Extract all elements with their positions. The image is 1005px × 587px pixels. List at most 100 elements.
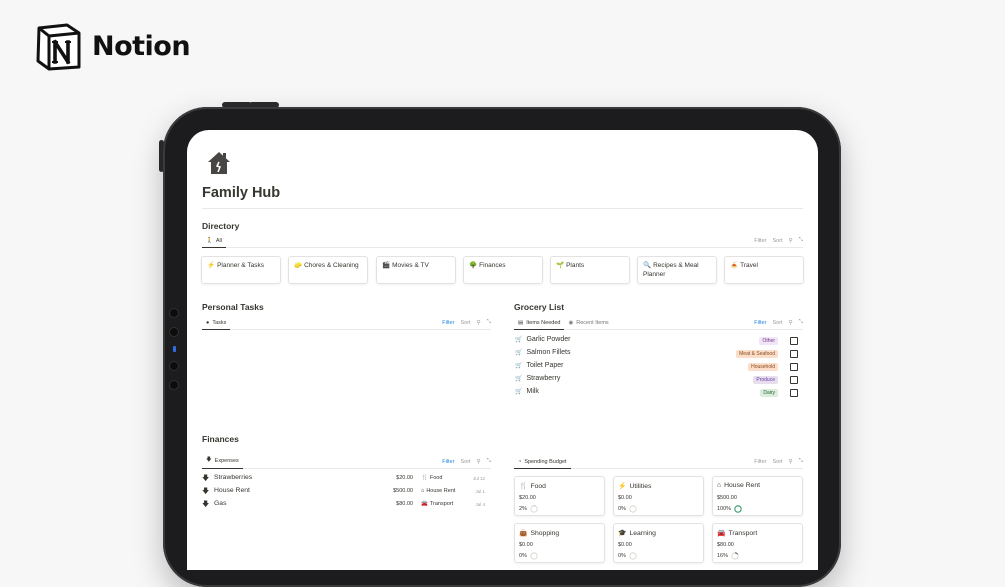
budget-name: Shopping	[530, 529, 560, 537]
movie-icon: 🎬	[382, 262, 391, 269]
budget-progress: 16%	[717, 552, 739, 560]
checkbox[interactable]	[790, 376, 798, 384]
filter-button[interactable]: Filter	[442, 459, 454, 465]
expense-category: 🚘 Transport	[421, 501, 453, 507]
tab-tasks[interactable]: ● Tasks	[202, 320, 231, 330]
section-title-directory: Directory	[202, 221, 240, 231]
sort-button[interactable]: Sort	[772, 459, 782, 465]
budget-card[interactable]: 🍴 Food $20.00 2%	[514, 476, 605, 516]
budget-card[interactable]: ⌂ House Rent $500.00 100%	[712, 476, 803, 516]
house-icon	[208, 152, 230, 174]
card-label: Finances	[479, 262, 506, 269]
fork-knife-icon: 🍴	[421, 475, 428, 481]
expand-icon[interactable]: ⤡	[487, 458, 491, 465]
directory-card[interactable]: ⚡ Planner & Tasks	[201, 256, 281, 284]
checkbox[interactable]	[790, 337, 798, 345]
directory-card[interactable]: 🌳 Finances	[463, 256, 543, 284]
budget-card[interactable]: ⚡ Utilities $0.00 0%	[613, 476, 704, 516]
table-icon: ▤	[518, 320, 524, 326]
expand-icon[interactable]: ⤡	[799, 458, 803, 465]
grocery-item-name: Toilet Paper	[526, 362, 564, 369]
checkbox[interactable]	[790, 389, 798, 397]
budget-percent: 0%	[519, 553, 527, 559]
budget-progress: 0%	[618, 552, 637, 560]
pencil-indicator	[169, 308, 181, 399]
budget-progress: 100%	[717, 505, 742, 513]
budget-card-title: ⌂ House Rent	[717, 482, 760, 489]
checkbox[interactable]	[790, 350, 798, 358]
category-tag: Other	[759, 337, 778, 345]
tab-expenses[interactable]: 🡇 Expenses	[202, 456, 243, 469]
budget-amount: $80.00	[717, 542, 734, 548]
tab-label: Spending Budget	[524, 459, 567, 465]
progress-ring	[731, 552, 739, 560]
search-icon[interactable]: ⚲	[789, 320, 793, 326]
graduation-icon: 🎓	[618, 530, 627, 537]
car-icon: 🚘	[717, 530, 726, 537]
expense-name: Strawberries	[214, 474, 253, 481]
sort-button[interactable]: Sort	[772, 238, 782, 244]
expense-name: House Rent	[214, 487, 250, 494]
search-icon[interactable]: ⚲	[477, 459, 481, 465]
budget-card[interactable]: 🚘 Transport $80.00 16%	[712, 523, 803, 563]
expense-amount: $20.00	[396, 475, 413, 481]
grocery-item[interactable]: 🛒 Garlic Powder	[515, 336, 570, 343]
directory-card[interactable]: 🎬 Movies & TV	[376, 256, 456, 284]
category-tag: Produce	[753, 376, 778, 384]
search-icon[interactable]: ⚲	[477, 320, 481, 326]
seedling-icon: 🌱	[556, 262, 565, 269]
directory-tabbar: 🚶 All Filter Sort ⚲ ⤡	[202, 234, 803, 248]
card-label: Travel	[740, 262, 758, 269]
house-icon: ⌂	[421, 488, 425, 494]
filter-button[interactable]: Filter	[754, 238, 766, 244]
filter-button[interactable]: Filter	[754, 320, 766, 326]
tab-recent-items[interactable]: ◉ Recent Items	[564, 320, 612, 329]
directory-card[interactable]: 🍝 Travel	[724, 256, 804, 284]
directory-card[interactable]: 🔍 Recipes & Meal Planner	[637, 256, 717, 284]
card-label: Recipes & Meal Planner	[643, 262, 699, 278]
view-tools: Filter Sort ⚲ ⤡	[754, 319, 803, 326]
budget-progress: 0%	[519, 552, 538, 560]
budget-tabbar: ◔ Spending Budget Filter Sort ⚲ ⤡	[514, 455, 803, 469]
expand-icon[interactable]: ⤡	[799, 319, 803, 326]
budget-amount: $0.00	[618, 542, 632, 548]
tab-spending-budget[interactable]: ◔ Spending Budget	[514, 459, 571, 469]
view-tools: Filter Sort ⚲ ⤡	[754, 237, 803, 244]
checkbox[interactable]	[790, 363, 798, 371]
budget-card-title: 🍴 Food	[519, 482, 546, 491]
filter-button[interactable]: Filter	[754, 459, 766, 465]
progress-ring	[629, 552, 637, 560]
expense-row[interactable]: 🡇 Strawberries $20.00 🍴 Food Jul 12	[202, 474, 485, 486]
sort-button[interactable]: Sort	[772, 320, 782, 326]
expand-icon[interactable]: ⤡	[487, 319, 491, 326]
grocery-item[interactable]: 🛒 Strawberry	[515, 375, 560, 382]
tab-label: Recent Items	[576, 320, 609, 326]
category-label: Food	[429, 475, 443, 481]
sort-button[interactable]: Sort	[460, 320, 470, 326]
directory-card[interactable]: 🌱 Plants	[550, 256, 630, 284]
tab-all[interactable]: 🚶 All	[202, 238, 226, 248]
arrow-down-icon: 🡇	[202, 475, 210, 482]
page-title: Family Hub	[202, 185, 281, 201]
grocery-item[interactable]: 🛒 Milk	[515, 388, 539, 395]
expense-row[interactable]: 🡇 Gas $80.00 🚘 Transport Jul 4	[202, 500, 485, 512]
tab-items-needed[interactable]: ▤ Items Needed	[514, 320, 565, 330]
grocery-item[interactable]: 🛒 Salmon Fillets	[515, 349, 570, 356]
grocery-item[interactable]: 🛒 Toilet Paper	[515, 362, 563, 369]
expand-icon[interactable]: ⤡	[799, 237, 803, 244]
budget-card-title: 👜 Shopping	[519, 529, 560, 538]
budget-card[interactable]: 🎓 Learning $0.00 0%	[613, 523, 704, 563]
budget-card-title: ⚡ Utilities	[618, 482, 652, 491]
budget-name: Utilities	[629, 482, 652, 490]
budget-card[interactable]: 👜 Shopping $0.00 0%	[514, 523, 605, 563]
sort-button[interactable]: Sort	[460, 459, 470, 465]
card-label: Movies & TV	[392, 262, 429, 269]
expense-row[interactable]: 🡇 House Rent $500.00 ⌂ House Rent Jul 1	[202, 487, 485, 499]
filter-button[interactable]: Filter	[442, 320, 454, 326]
search-icon[interactable]: ⚲	[789, 238, 793, 244]
grocery-item-name: Milk	[526, 388, 539, 395]
directory-card[interactable]: 🧽 Chores & Cleaning	[288, 256, 368, 284]
budget-progress: 0%	[618, 505, 637, 513]
budget-amount: $500.00	[717, 495, 737, 501]
search-icon[interactable]: ⚲	[789, 459, 793, 465]
